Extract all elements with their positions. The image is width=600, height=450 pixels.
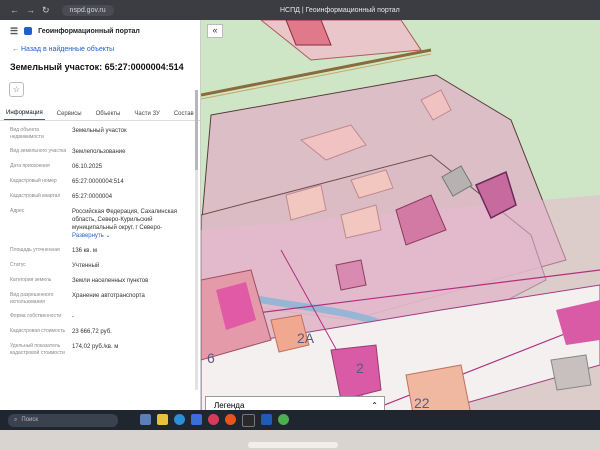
attribute-key: Удельный показатель кадастровой стоимост… [10,343,65,356]
back-to-results-link[interactable]: ← Назад в найденные объекты [12,46,200,53]
star-icon: ☆ [12,85,21,94]
back-arrow-icon[interactable]: ← [10,5,19,16]
map-parcel-label: 22 [414,395,430,411]
yandex-browser-icon[interactable] [208,413,219,425]
attribute-key: Статус [10,262,26,268]
tab-objects[interactable]: Объекты [94,111,123,120]
attribute-row: Вид земельного участка Землепользование [10,148,192,156]
attribute-row: Форма собственности - [10,313,192,321]
tab-info[interactable]: Информация [4,110,45,120]
monitor-bezel [0,430,600,450]
app-icon[interactable] [225,413,236,425]
attribute-row: Кадастровая стоимость 23 666,72 руб. [10,328,192,336]
attribute-value: 06.10.2025 [72,164,103,170]
attribute-key: Категория земель [10,277,52,283]
store-icon[interactable] [191,413,202,425]
chevron-down-icon: ⌄ [105,233,111,239]
attribute-value: Учтенный [72,263,100,269]
attribute-value: 65:27:0000004:514 [72,179,124,185]
attribute-key: Дата присвоения [10,163,50,169]
map-parcel-label: 2 [356,360,364,376]
browser-bar: ← → ↻ nspd.gov.ru НСПД | Геоинформационн… [0,0,600,20]
window-title: НСПД | Геоинформационный портал [280,6,400,14]
attribute-value: Хранение автотранспорта [72,293,145,299]
forward-arrow-icon[interactable]: → [26,5,35,16]
attribute-key: Кадастровый номер [10,178,57,184]
browser-nav: ← → ↻ [0,5,50,16]
tab-parts[interactable]: Части ЗУ [132,111,161,120]
address-value-block: Российская Федерация, Сахалинская област… [72,208,192,240]
attribute-value: - [72,314,74,320]
attribute-key: Вид земельного участка [10,148,67,154]
attribute-row: Удельный показатель кадастровой стоимост… [10,343,192,357]
page-title: Земельный участок: 65:27:0000004:514 [10,62,184,72]
portal-name: Геоинформационный портал [38,27,140,35]
attribute-row: Категория земель Земли населенных пунктов [10,277,192,285]
attribute-value: Земли населенных пунктов [72,278,149,284]
reload-icon[interactable]: ↻ [42,5,50,16]
attribute-row: Вид разрешенного использования Хранение а… [10,292,192,306]
attribute-row: Адрес Российская Федерация, Сахалинская … [10,208,192,240]
map-parcel-label: 2А [297,330,315,346]
menu-icon[interactable]: ☰ [10,26,18,37]
collapse-panel-button[interactable]: « [207,24,223,38]
attribute-value: 65:27:0000004 [72,194,113,200]
chrome-icon[interactable] [278,413,289,425]
address-bar[interactable]: nspd.gov.ru [61,4,114,16]
glare [248,442,338,448]
panel-scrollbar[interactable] [195,90,198,390]
double-chevron-left-icon: « [212,25,218,35]
attribute-value: Землепользование [72,149,126,155]
portal-header: ☰ Геоинформационный портал [0,20,200,42]
attribute-value: Земельный участок [72,128,127,134]
search-icon: ⌕ [14,416,18,423]
attribute-key: Адрес [10,208,25,214]
attribute-row: Дата присвоения 06.10.2025 [10,163,192,171]
attribute-list: Вид объекта недвижимости Земельный участо… [0,121,200,357]
scrollbar-thumb[interactable] [195,90,198,170]
cadastral-map[interactable]: « 2А 6 2 22 Легенда ⌃ [201,20,600,430]
attribute-key: Форма собственности [10,313,62,319]
attribute-row: Статус Учтенный [10,262,192,270]
chevron-updown-icon: ⌃ [371,400,378,410]
tab-composition[interactable]: Состав [172,111,196,120]
attribute-key: Кадастровая стоимость [10,328,66,334]
taskbar-search[interactable]: ⌕ Поиск [8,413,118,427]
attribute-value: 136 кв. м [72,248,97,254]
attribute-key: Вид объекта недвижимости [10,127,44,140]
tab-services[interactable]: Сервисы [55,111,84,120]
attribute-key: Вид разрешенного использования [10,292,54,305]
attribute-row: Площадь уточненная 136 кв. м [10,247,192,255]
terminal-icon[interactable] [242,413,255,427]
task-view-icon[interactable] [140,413,151,425]
attribute-value: 174,02 руб./кв. м [72,344,119,350]
taskbar-app-icons [140,413,289,427]
expand-link[interactable]: Развернуть ⌄ [72,232,192,240]
screen: ← → ↻ nspd.gov.ru НСПД | Геоинформационн… [0,0,600,430]
file-explorer-icon[interactable] [157,413,168,425]
attribute-key: Площадь уточненная [10,247,60,253]
portal-logo [24,27,33,35]
back-link-label: Назад в найденные объекты [20,46,115,53]
attribute-row: Кадастровый номер 65:27:0000004:514 [10,178,192,186]
legend-label: Легенда [214,400,245,410]
back-arrow-icon: ← [12,46,19,53]
attribute-value: Российская Федерация, Сахалинская област… [72,209,177,231]
attribute-row: Кадастровый квартал 65:27:0000004 [10,193,192,201]
windows-taskbar: ⌕ Поиск [0,410,600,430]
map-canvas [201,20,600,430]
word-icon[interactable] [261,413,272,425]
info-panel: ☰ Геоинформационный портал ← Назад в най… [0,20,201,410]
attribute-row: Вид объекта недвижимости Земельный участо… [10,127,192,141]
search-placeholder: Поиск [21,417,39,423]
map-parcel-label: 6 [207,350,215,366]
tab-bar: Информация Сервисы Объекты Части ЗУ Сост… [0,106,200,121]
attribute-value: 23 666,72 руб. [72,329,112,335]
edge-browser-icon[interactable] [174,413,185,425]
expand-label: Развернуть [72,233,104,239]
favorite-star-button[interactable]: ☆ [9,82,24,97]
attribute-key: Кадастровый квартал [10,193,61,199]
